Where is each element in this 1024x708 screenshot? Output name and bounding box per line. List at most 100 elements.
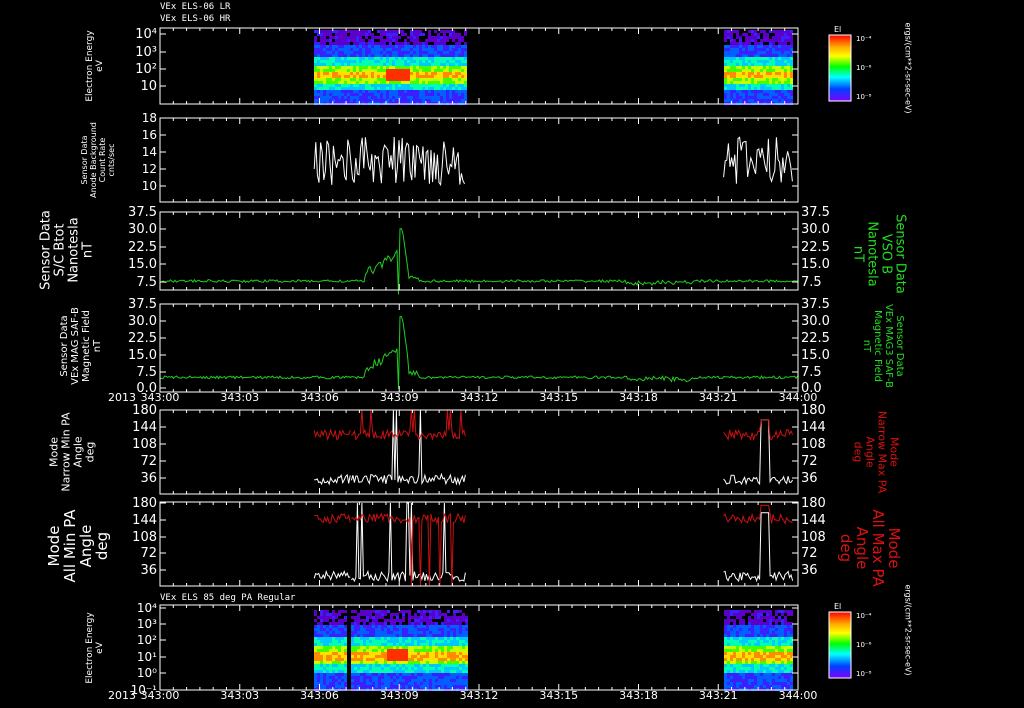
spectrogram-energy-cell bbox=[335, 90, 338, 93]
spectrogram-energy-85-cell bbox=[357, 631, 360, 634]
spectrogram-energy-cell bbox=[784, 54, 787, 57]
spectrogram-energy-cell bbox=[320, 54, 323, 57]
spectrogram-energy-85-cell bbox=[763, 685, 766, 688]
spectrogram-energy-85-cell bbox=[384, 613, 387, 616]
spectrogram-energy-cell bbox=[769, 57, 772, 60]
spectrogram-energy-85-cell bbox=[317, 640, 320, 643]
spectrogram-energy-85-cell bbox=[402, 631, 405, 634]
spectrogram-energy-85-cell bbox=[338, 685, 341, 688]
spectrogram-energy-cell bbox=[401, 30, 404, 33]
y-tick-label-narrow-right: 72 bbox=[801, 454, 818, 469]
spectrogram-energy-85-cell bbox=[733, 640, 736, 643]
spectrogram-energy-85-cell bbox=[781, 673, 784, 676]
spectrogram-energy-85-cell bbox=[465, 673, 468, 676]
spectrogram-energy-85-cell bbox=[760, 616, 763, 619]
spectrogram-energy-85-cell bbox=[420, 658, 423, 661]
spectrogram-energy-cell bbox=[730, 39, 733, 42]
spectrogram-energy-cell bbox=[730, 90, 733, 93]
spectrogram-energy-cell bbox=[425, 90, 428, 93]
spectrogram-energy-cell bbox=[763, 33, 766, 36]
spectrogram-energy-85-cell bbox=[790, 682, 793, 685]
spectrogram-energy-85-cell bbox=[414, 616, 417, 619]
spectrogram-energy-85-cell bbox=[399, 625, 402, 628]
spectrogram-energy-cell bbox=[425, 60, 428, 63]
spectrogram-energy-cell bbox=[443, 51, 446, 54]
spectrogram-energy-85-cell bbox=[763, 640, 766, 643]
spectrogram-energy-cell bbox=[790, 57, 793, 60]
spectrogram-energy-cell bbox=[757, 60, 760, 63]
spectrogram-energy-cell bbox=[742, 63, 745, 66]
spectrogram-energy-85-cell bbox=[742, 676, 745, 679]
spectrogram-energy-cell bbox=[317, 84, 320, 87]
spectrogram-energy-cell bbox=[790, 42, 793, 45]
spectrogram-energy-85-cell bbox=[408, 610, 411, 613]
spectrogram-energy-cell bbox=[739, 48, 742, 51]
spectrogram-energy-cell bbox=[766, 39, 769, 42]
spectrogram-energy-85-cell bbox=[402, 685, 405, 688]
spectrogram-energy-cell bbox=[374, 69, 377, 72]
spectrogram-energy-85-cell bbox=[757, 646, 760, 649]
spectrogram-energy-85-cell bbox=[727, 685, 730, 688]
spectrogram-energy-cell bbox=[760, 51, 763, 54]
spectrogram-energy-85-cell bbox=[754, 631, 757, 634]
spectrogram-energy-85-cell bbox=[766, 631, 769, 634]
spectrogram-energy-cell bbox=[332, 45, 335, 48]
spectrogram-energy-85-cell bbox=[314, 643, 317, 646]
spectrogram-energy-cell bbox=[727, 84, 730, 87]
spectrogram-energy-85-cell bbox=[414, 676, 417, 679]
spectrogram-energy-85-cell bbox=[329, 664, 332, 667]
spectrogram-energy-85-cell bbox=[357, 640, 360, 643]
spectrogram-energy-cell bbox=[446, 87, 449, 90]
spectrogram-energy-cell bbox=[338, 66, 341, 69]
spectrogram-energy-85-cell bbox=[417, 658, 420, 661]
spectrogram-energy-cell bbox=[413, 72, 416, 75]
spectrogram-energy-cell bbox=[751, 57, 754, 60]
spectrogram-energy-85-cell bbox=[320, 622, 323, 625]
spectrogram-energy-cell bbox=[781, 42, 784, 45]
spectrogram-energy-85-cell bbox=[354, 676, 357, 679]
spectrogram-energy-cell bbox=[425, 72, 428, 75]
spectrogram-energy-85-cell bbox=[405, 643, 408, 646]
spectrogram-energy-85-cell bbox=[320, 610, 323, 613]
spectrogram-energy-85-cell bbox=[462, 628, 465, 631]
y-tick-label-saf-right: 15.0 bbox=[801, 348, 830, 363]
spectrogram-energy-85-cell bbox=[778, 679, 781, 682]
spectrogram-energy-85-cell bbox=[745, 664, 748, 667]
spectrogram-energy-cell bbox=[404, 57, 407, 60]
spectrogram-energy-cell bbox=[455, 51, 458, 54]
spectrogram-energy-cell bbox=[464, 72, 467, 75]
spectrogram-energy-85-cell bbox=[323, 652, 326, 655]
spectrogram-energy-85-cell bbox=[435, 649, 438, 652]
spectrogram-energy-85-cell bbox=[408, 649, 411, 652]
spectrogram-energy-cell bbox=[353, 36, 356, 39]
spectrogram-energy-85-cell bbox=[772, 685, 775, 688]
spectrogram-energy-cell bbox=[422, 90, 425, 93]
spectrogram-energy-85-cell bbox=[444, 664, 447, 667]
spectrogram-energy-cell bbox=[775, 69, 778, 72]
spectrogram-energy-cell bbox=[748, 36, 751, 39]
spectrogram-energy-85-cell bbox=[438, 670, 441, 673]
spectrogram-energy-cell bbox=[766, 93, 769, 96]
spectrogram-energy-85-cell bbox=[462, 667, 465, 670]
axes-layer bbox=[159, 27, 852, 691]
spectrogram-energy-cell bbox=[778, 93, 781, 96]
spectrogram-energy-cell bbox=[350, 72, 353, 75]
spectrogram-energy-85-cell bbox=[432, 643, 435, 646]
spectrogram-energy-85-cell bbox=[338, 640, 341, 643]
spectrogram-energy-cell bbox=[317, 42, 320, 45]
spectrogram-energy-cell bbox=[733, 69, 736, 72]
y-tick-label-all: 180 bbox=[132, 496, 157, 511]
spectrogram-energy-85-cell bbox=[736, 679, 739, 682]
spectrogram-energy-cell bbox=[383, 48, 386, 51]
spectrogram-energy-85-cell bbox=[396, 613, 399, 616]
spectrogram-energy-cell bbox=[437, 60, 440, 63]
spectrogram-energy-85-cell bbox=[326, 658, 329, 661]
spectrogram-energy-cell bbox=[787, 30, 790, 33]
spectrogram-energy-cell bbox=[443, 90, 446, 93]
ylabel-narrow-right-line: deg bbox=[851, 442, 864, 463]
spectrogram-energy-85-cell bbox=[396, 679, 399, 682]
spectrogram-energy-cell bbox=[341, 36, 344, 39]
spectrogram-energy-85-cell bbox=[420, 613, 423, 616]
spectrogram-energy-cell bbox=[419, 66, 422, 69]
spectrogram-energy-85-cell bbox=[351, 631, 354, 634]
